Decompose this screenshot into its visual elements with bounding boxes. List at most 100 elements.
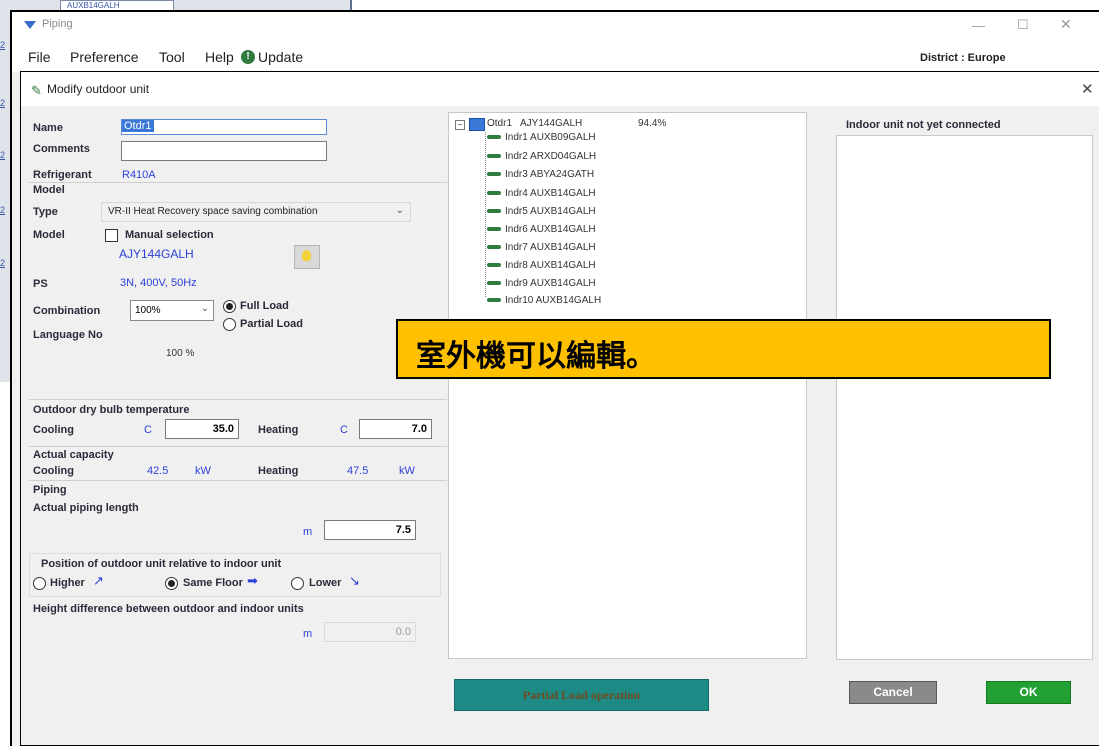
- district-label: District : Europe: [920, 52, 1006, 64]
- menu-update[interactable]: Update: [258, 49, 303, 65]
- divider: [29, 480, 447, 481]
- heating-capacity-label: Heating: [258, 465, 299, 477]
- cooling-capacity-label: Cooling: [33, 465, 74, 477]
- tree-item[interactable]: Indr5 AUXB14GALH: [487, 206, 596, 217]
- same-floor-radio[interactable]: [165, 577, 178, 590]
- tree-item[interactable]: Indr4 AUXB14GALH: [487, 188, 596, 199]
- piping-length-label: Actual piping length: [33, 502, 139, 514]
- tree-item-label: Indr7 AUXB14GALH: [505, 242, 596, 253]
- piping-section-label: Piping: [33, 484, 67, 496]
- menu-preference[interactable]: Preference: [70, 49, 138, 65]
- tree-item[interactable]: Indr8 AUXB14GALH: [487, 260, 596, 271]
- background-link[interactable]: 2: [0, 98, 10, 108]
- tree-item-label: Indr9 AUXB14GALH: [505, 278, 596, 289]
- outdoor-unit-icon: [469, 118, 485, 131]
- radio-dot: [168, 580, 175, 587]
- combination-label: Combination: [33, 305, 101, 317]
- indoor-unit-icon: [487, 209, 501, 214]
- tree-item[interactable]: Indr10 AUXB14GALH: [487, 295, 601, 306]
- form-panel: Name Otdr1 Comments Refrigerant R410A Mo…: [29, 112, 447, 712]
- tree-item-label: Indr8 AUXB14GALH: [505, 260, 596, 271]
- title-bar: Piping — ☐ ✕: [12, 12, 1099, 42]
- lightbulb-button[interactable]: [294, 245, 320, 269]
- menu-tool[interactable]: Tool: [159, 49, 185, 65]
- background-link[interactable]: 2: [0, 40, 10, 50]
- menu-file[interactable]: File: [28, 49, 51, 65]
- indoor-unit-icon: [487, 227, 501, 232]
- tree-item[interactable]: Indr1 AUXB09GALH: [487, 132, 596, 143]
- indoor-unit-icon: [487, 263, 501, 268]
- background-link[interactable]: 2: [0, 150, 10, 160]
- partial-load-label: Partial Load: [240, 318, 303, 330]
- language-label: Language No: [33, 329, 103, 341]
- update-icon[interactable]: !: [241, 50, 255, 64]
- heating-capacity-value: 47.5: [347, 465, 369, 477]
- partial-load-operation-button[interactable]: Partial Load operation: [454, 679, 709, 711]
- divider: [29, 182, 447, 183]
- edit-pencil-icon: ✎: [31, 83, 42, 98]
- model-value: AJY144GALH: [119, 247, 194, 261]
- background-link[interactable]: 2: [0, 258, 10, 268]
- unconnected-indoor-list[interactable]: [836, 135, 1093, 660]
- heating-temp-unit: C: [340, 424, 348, 436]
- height-diff-unit: m: [303, 628, 313, 640]
- maximize-icon[interactable]: ☐: [1017, 17, 1029, 33]
- tree-item[interactable]: Indr6 AUXB14GALH: [487, 224, 596, 235]
- tree-item[interactable]: Indr3 ABYA24GATH: [487, 169, 594, 180]
- manual-selection-label: Manual selection: [125, 229, 214, 241]
- cancel-button[interactable]: Cancel: [849, 681, 937, 704]
- name-input[interactable]: Otdr1: [121, 119, 327, 135]
- combination-select[interactable]: 100% ⌄: [130, 300, 214, 321]
- tree-item[interactable]: Indr2 ARXD04GALH: [487, 151, 596, 162]
- height-diff-input[interactable]: 0.0: [324, 622, 416, 642]
- root-model: AJY144GALH: [520, 118, 583, 129]
- close-dialog-icon[interactable]: ✕: [1081, 80, 1094, 98]
- minimize-icon[interactable]: —: [972, 18, 985, 33]
- type-select[interactable]: VR-II Heat Recovery space saving combina…: [101, 202, 411, 222]
- indoor-unit-icon: [487, 172, 501, 177]
- refrigerant-label: Refrigerant: [33, 169, 92, 181]
- piping-tree-panel: − Otdr1 AJY144GALH 94.4% Indr1 AUXB09GAL…: [448, 112, 807, 659]
- full-load-radio[interactable]: [223, 300, 236, 313]
- tree-item-label: Indr5 AUXB14GALH: [505, 206, 596, 217]
- higher-radio[interactable]: [33, 577, 46, 590]
- manual-selection-checkbox[interactable]: [105, 229, 118, 242]
- indoor-unit-icon: [487, 135, 501, 140]
- cooling-temp-input[interactable]: 35.0: [165, 419, 239, 439]
- heating-temp-label: Heating: [258, 424, 299, 436]
- tree-item[interactable]: Indr7 AUXB14GALH: [487, 242, 596, 253]
- tree-root[interactable]: − Otdr1 AJY144GALH: [455, 118, 655, 132]
- partial-load-radio[interactable]: [223, 318, 236, 331]
- outdoor-temp-section-label: Outdoor dry bulb temperature: [33, 404, 190, 416]
- cooling-temp-label: Cooling: [33, 424, 74, 436]
- indoor-unit-icon: [487, 245, 501, 250]
- menu-help[interactable]: Help: [205, 49, 234, 65]
- tree-item-label: Indr6 AUXB14GALH: [505, 224, 596, 235]
- heating-temp-input[interactable]: 7.0: [359, 419, 432, 439]
- chevron-down-icon: ⌄: [200, 303, 209, 314]
- callout-box: 室外機可以編輯。: [396, 319, 1051, 379]
- tree-item[interactable]: Indr9 AUXB14GALH: [487, 278, 596, 289]
- close-window-icon[interactable]: ✕: [1060, 16, 1072, 33]
- type-select-value: VR-II Heat Recovery space saving combina…: [108, 206, 318, 217]
- indoor-unit-icon: [487, 298, 501, 303]
- collapse-icon[interactable]: −: [455, 120, 465, 130]
- same-floor-label: Same Floor: [183, 577, 243, 589]
- model-section-label: Model: [33, 184, 65, 196]
- comments-input[interactable]: [121, 141, 327, 161]
- language-value: 100 %: [166, 348, 195, 359]
- not-connected-title: Indoor unit not yet connected: [846, 119, 1001, 131]
- root-name: Otdr1: [487, 118, 513, 129]
- position-label: Position of outdoor unit relative to ind…: [41, 558, 282, 570]
- root-percent: 94.4%: [638, 118, 667, 129]
- ps-value: 3N, 400V, 50Hz: [120, 277, 197, 289]
- piping-length-input[interactable]: 7.5: [324, 520, 416, 540]
- background-link[interactable]: 2: [0, 205, 10, 215]
- ok-button[interactable]: OK: [986, 681, 1071, 704]
- menu-bar: File Preference Tool Help ! Update Distr…: [12, 42, 1099, 72]
- window-title: Piping: [42, 18, 73, 30]
- lower-radio[interactable]: [291, 577, 304, 590]
- comments-label: Comments: [33, 143, 90, 155]
- same-floor-arrow-icon: ➡: [247, 573, 258, 588]
- higher-label: Higher: [50, 577, 85, 589]
